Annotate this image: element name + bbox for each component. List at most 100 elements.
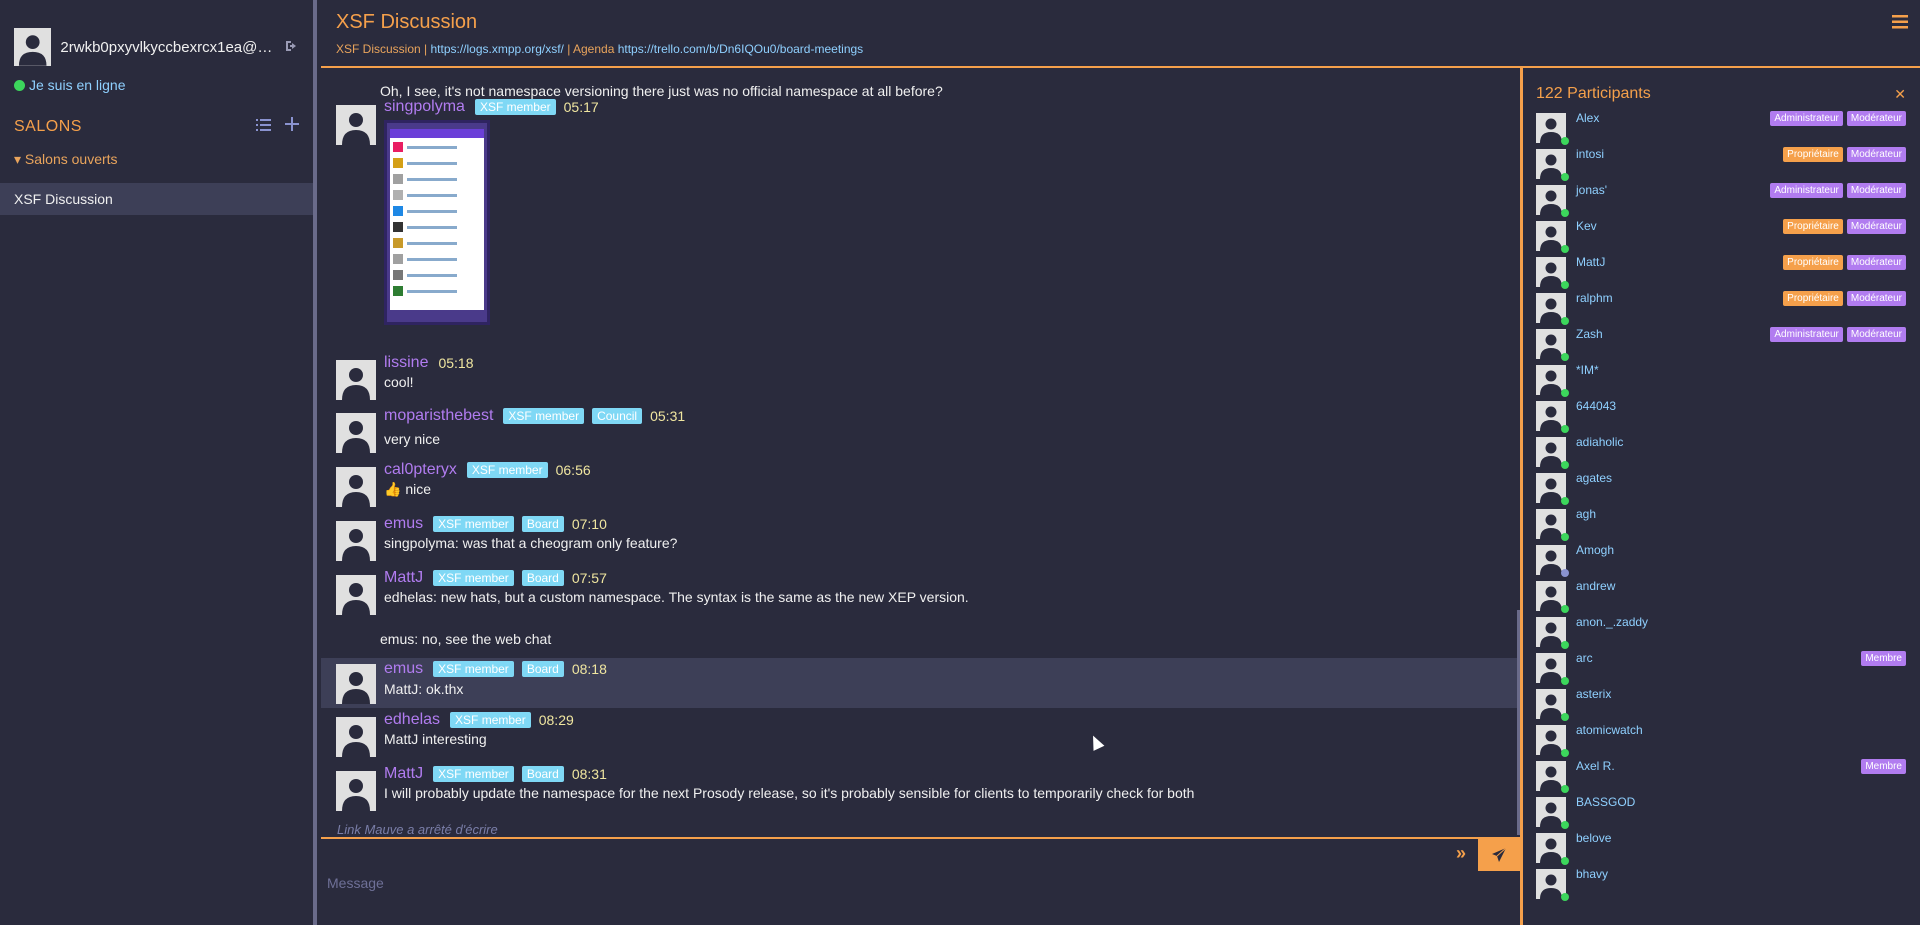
message-nick[interactable]: emus [384, 660, 423, 678]
message-item: emus XSF member Board 07:10 singpolyma: … [321, 515, 1518, 563]
message-item: cal0pteryx XSF member 06:56 👍 nice [321, 461, 1518, 509]
user-avatar[interactable] [336, 771, 376, 811]
message-nick[interactable]: lissine [384, 354, 428, 372]
user-avatar[interactable] [336, 413, 376, 453]
presence-status[interactable]: Je suis en ligne [14, 77, 313, 93]
role-badge: Modérateur [1846, 291, 1906, 306]
hat-badge: XSF member [433, 661, 514, 677]
send-button[interactable] [1478, 839, 1520, 871]
user-avatar[interactable] [336, 717, 376, 757]
participant-item[interactable]: Zash Administrateur Modérateur [1536, 327, 1906, 363]
message-nick[interactable]: cal0pteryx [384, 461, 457, 479]
participant-name: Kev [1576, 219, 1597, 233]
participant-item[interactable]: Axel R. Membre [1536, 759, 1906, 795]
participant-roles: Propriétaire Modérateur [1779, 219, 1906, 234]
message-header: emus XSF member Board 08:18 [384, 660, 607, 678]
role-badge: Modérateur [1846, 183, 1906, 198]
user-avatar[interactable] [14, 28, 52, 66]
message-nick[interactable]: MattJ [384, 765, 423, 783]
logs-link[interactable]: https://logs.xmpp.org/xsf/ [430, 42, 563, 56]
user-avatar[interactable] [336, 467, 376, 507]
user-avatar[interactable] [336, 521, 376, 561]
logout-icon[interactable] [285, 39, 299, 55]
message-header: emus XSF member Board 07:10 [384, 515, 607, 533]
agenda-link[interactable]: https://trello.com/b/Dn6IQOu0/board-meet… [618, 42, 863, 56]
participant-item[interactable]: Kev Propriétaire Modérateur [1536, 219, 1906, 255]
message-time: 08:29 [538, 712, 574, 728]
participant-item[interactable]: 644043 [1536, 399, 1906, 435]
participant-item[interactable]: arc Membre [1536, 651, 1906, 687]
participant-roles: Administrateur Modérateur [1766, 183, 1906, 198]
participant-name: anon._.zaddy [1576, 615, 1649, 629]
participant-item[interactable]: intosi Propriétaire Modérateur [1536, 147, 1906, 183]
presence-dot-icon [1561, 605, 1569, 613]
participant-item[interactable]: jonas' Administrateur Modérateur [1536, 183, 1906, 219]
hat-badge: Board [521, 661, 564, 677]
chat-title: XSF Discussion [336, 11, 478, 33]
presence-dot-icon [1561, 785, 1569, 793]
add-room-icon[interactable] [285, 117, 299, 136]
participant-item[interactable]: andrew [1536, 579, 1906, 615]
presence-dot-icon [1561, 425, 1569, 433]
message-item: lissine 05:18 cool! [321, 354, 1518, 402]
participant-item[interactable]: ralphm Propriétaire Modérateur [1536, 291, 1906, 327]
double-chevron-right-icon[interactable]: » [1456, 843, 1466, 864]
participant-item[interactable]: BASSGOD [1536, 795, 1906, 831]
list-rooms-icon[interactable] [256, 118, 271, 136]
message-time: 07:10 [571, 516, 607, 532]
hat-badge: XSF member [433, 516, 514, 532]
user-avatar[interactable] [336, 360, 376, 400]
message-input[interactable] [327, 875, 1427, 891]
open-rooms-toggle[interactable]: ▾ Salons ouverts [14, 151, 313, 168]
user-avatar[interactable] [336, 664, 376, 704]
hat-badge: Council [592, 408, 643, 424]
participant-item[interactable]: atomicwatch [1536, 723, 1906, 759]
message-nick[interactable]: edhelas [384, 711, 440, 729]
participant-roles: Propriétaire Modérateur [1779, 291, 1906, 306]
role-badge: Administrateur [1770, 183, 1843, 198]
participant-item[interactable]: asterix [1536, 687, 1906, 723]
image-attachment[interactable] [384, 120, 490, 325]
presence-dot-icon [1561, 749, 1569, 757]
participant-item[interactable]: MattJ Propriétaire Modérateur [1536, 255, 1906, 291]
profile-name[interactable]: 2rwkb0pxyvlkyccbexrcx1ea@an... [60, 39, 277, 56]
hamburger-menu-icon[interactable] [1892, 13, 1908, 34]
participant-item[interactable]: adiaholic [1536, 435, 1906, 471]
message-text: cool! [384, 374, 414, 390]
participant-item[interactable]: agh [1536, 507, 1906, 543]
participant-name: belove [1576, 831, 1612, 845]
message-nick[interactable]: MattJ [384, 569, 423, 587]
participant-name: intosi [1576, 147, 1605, 161]
participant-item[interactable]: agates [1536, 471, 1906, 507]
participant-item[interactable]: Alex Administrateur Modérateur [1536, 111, 1906, 147]
message-time: 07:57 [571, 570, 607, 586]
presence-dot-icon [1561, 245, 1569, 253]
participants-panel: 122 Participants ✕ Alex Administrateur Mod… [1520, 68, 1920, 925]
message-nick[interactable]: singpolyma [384, 98, 465, 116]
image-row [390, 172, 484, 186]
hat-badge: XSF member [450, 712, 531, 728]
room-item-xsf-discussion[interactable]: XSF Discussion [0, 183, 313, 215]
participant-item[interactable]: belove [1536, 831, 1906, 867]
presence-dot-icon [1561, 497, 1569, 505]
participant-roles: Membre [1857, 759, 1906, 774]
composer: » [321, 837, 1520, 925]
user-avatar[interactable] [336, 105, 376, 145]
participant-item[interactable]: anon._.zaddy [1536, 615, 1906, 651]
participant-name: asterix [1576, 687, 1612, 701]
message-item: emus XSF member Board 08:18 MattJ: ok.th… [321, 658, 1518, 708]
role-badge: Membre [1861, 651, 1906, 666]
message-list[interactable]: Oh, I see, it's not namespace versioning… [321, 70, 1520, 835]
close-icon[interactable]: ✕ [1894, 86, 1906, 103]
user-avatar[interactable] [336, 575, 376, 615]
participant-item[interactable]: Amogh [1536, 543, 1906, 579]
participant-item[interactable]: bhavy [1536, 867, 1906, 903]
message-item: MattJ XSF member Board 07:57 edhelas: ne… [321, 569, 1518, 617]
message-nick[interactable]: moparisthebest [384, 407, 493, 425]
presence-dot-icon [1561, 713, 1569, 721]
participant-item[interactable]: *IM* [1536, 363, 1906, 399]
message-text: very nice [384, 431, 441, 447]
message-text: 👍 nice [384, 481, 432, 497]
presence-dot-icon [1561, 461, 1569, 469]
message-nick[interactable]: emus [384, 515, 423, 533]
